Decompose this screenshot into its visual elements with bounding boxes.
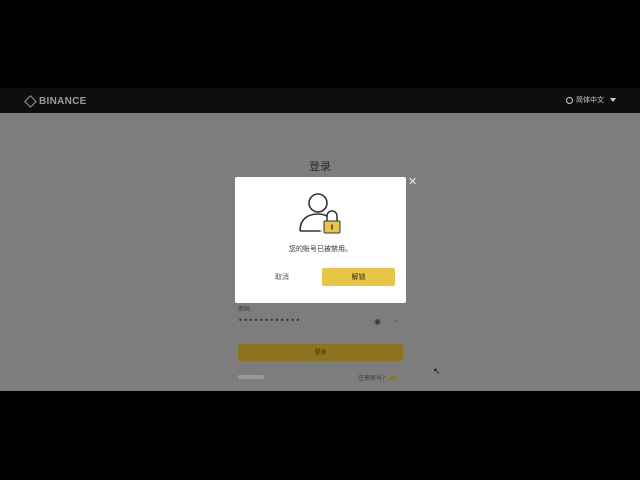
language-selector[interactable]: 简体中文 xyxy=(566,95,616,105)
unlock-button[interactable]: 解锁 xyxy=(322,268,395,286)
globe-icon xyxy=(566,96,573,104)
language-label: 简体中文 xyxy=(576,96,604,104)
login-button[interactable]: 登录 xyxy=(238,344,403,361)
register-indicator xyxy=(389,375,398,380)
register-link-label: 注册账号? xyxy=(358,375,386,382)
arrow-right-icon[interactable]: » xyxy=(394,317,398,325)
eye-icon[interactable]: ◉ xyxy=(374,317,381,326)
logo-text: BINANCE xyxy=(39,95,87,107)
mouse-cursor-icon: ↖ xyxy=(433,367,441,377)
close-icon[interactable]: ✕ xyxy=(408,175,417,188)
password-label: 密码 xyxy=(238,306,251,313)
top-header: BINANCE 简体中文 xyxy=(0,88,640,113)
top-black-area xyxy=(0,0,640,88)
bottom-black-area xyxy=(0,391,640,480)
cancel-button[interactable]: 取消 xyxy=(267,268,297,286)
account-disabled-dialog: 您的账号已被禁用。 取消 解锁 xyxy=(235,177,406,303)
password-field[interactable]: •••••••••••• ◉ » xyxy=(238,315,404,329)
dialog-message: 您的账号已被禁用。 xyxy=(289,245,352,253)
binance-logo-icon xyxy=(24,94,37,108)
footer-link[interactable] xyxy=(238,375,264,379)
account-locked-icon xyxy=(299,193,341,234)
password-value: •••••••••••• xyxy=(238,316,301,325)
binance-logo[interactable]: BINANCE xyxy=(24,93,87,109)
register-link[interactable]: 注册账号? xyxy=(358,373,398,382)
chevron-down-icon xyxy=(610,98,616,102)
page-title: 登录 xyxy=(309,160,331,173)
